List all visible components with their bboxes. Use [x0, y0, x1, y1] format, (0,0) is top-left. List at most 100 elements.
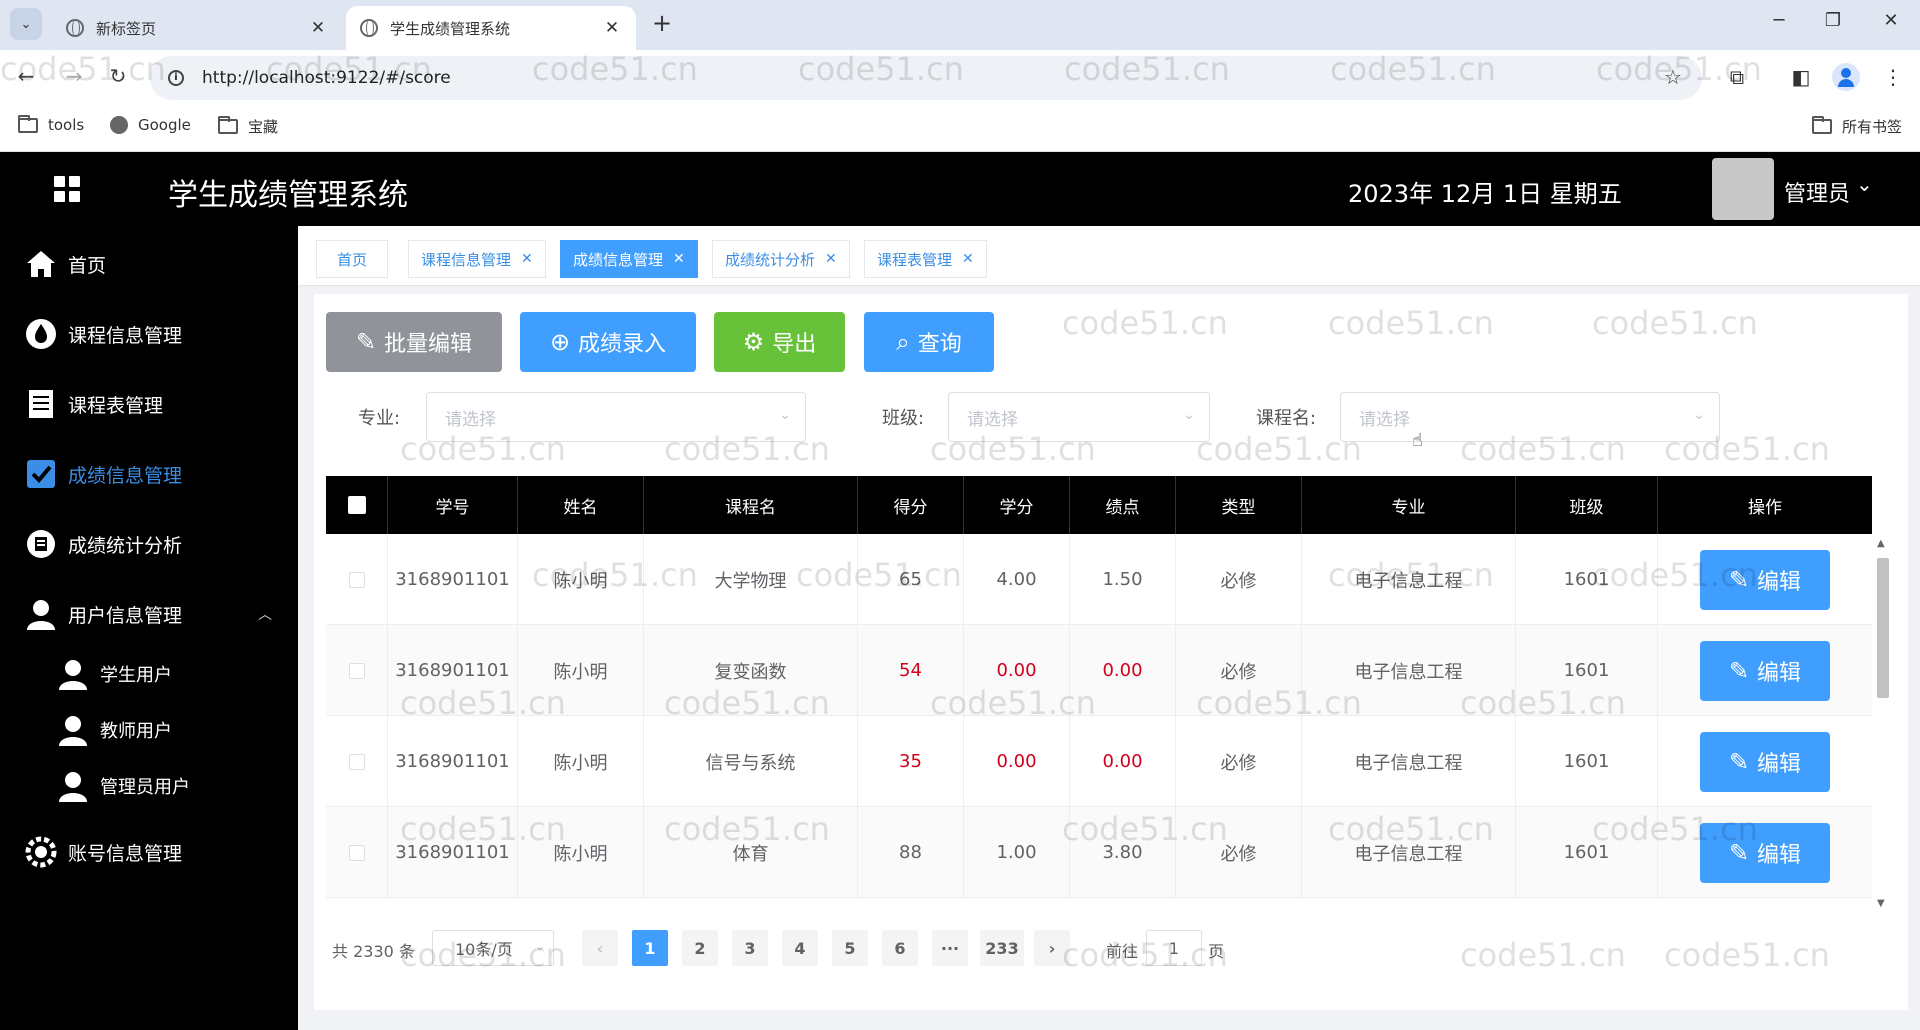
- tag-timetable[interactable]: 课程表管理 ✕: [864, 240, 987, 278]
- score-entry-button[interactable]: ⊕ 成绩录入: [520, 312, 696, 372]
- prev-page-button[interactable]: ‹: [582, 930, 618, 966]
- more-pages-button[interactable]: ···: [932, 930, 968, 966]
- goto-page-input[interactable]: 1: [1146, 930, 1202, 966]
- all-bookmarks[interactable]: 所有书签: [1812, 116, 1902, 137]
- page-button[interactable]: 233: [980, 930, 1024, 966]
- page-button[interactable]: 2: [682, 930, 718, 966]
- page-button[interactable]: 3: [732, 930, 768, 966]
- page-button[interactable]: 6: [882, 930, 918, 966]
- tab-search-button[interactable]: ⌄: [10, 8, 42, 40]
- page-button[interactable]: 4: [782, 930, 818, 966]
- grid-menu-icon[interactable]: [54, 176, 80, 202]
- column-header: 专业: [1302, 476, 1516, 534]
- bookmark-tools[interactable]: tools: [18, 114, 85, 134]
- select-all-checkbox[interactable]: [347, 496, 366, 514]
- sidebar-item-course-info[interactable]: 课程信息管理: [0, 306, 298, 362]
- bookmark-google[interactable]: Google: [110, 116, 191, 134]
- minimize-icon[interactable]: ─: [1764, 10, 1794, 31]
- close-icon[interactable]: ✕: [825, 251, 837, 267]
- scroll-up-icon[interactable]: ▲: [1877, 538, 1885, 549]
- close-icon[interactable]: ✕: [521, 251, 533, 267]
- sidebar-item-timetable[interactable]: 课程表管理: [0, 376, 298, 432]
- folder-icon: [218, 116, 238, 134]
- browser-tab-app[interactable]: 学生成绩管理系统 ✕: [346, 6, 636, 50]
- info-icon[interactable]: i: [168, 70, 184, 86]
- edit-button[interactable]: ✎ 编辑: [1700, 549, 1830, 610]
- course-select[interactable]: 请选择 ⌄: [1340, 392, 1720, 442]
- major-select[interactable]: 请选择 ⌄: [426, 392, 806, 442]
- url-field[interactable]: i http://localhost:9122/#/score: [150, 56, 1702, 100]
- page-size-value: 10条/页: [455, 940, 513, 959]
- query-button[interactable]: ⌕ 查询: [864, 312, 994, 372]
- sidebar-item-admin-users[interactable]: 管理员用户: [0, 758, 298, 814]
- page-size-select[interactable]: 10条/页 ⌄: [432, 930, 554, 966]
- tag-label: 首页: [337, 250, 368, 269]
- user-icon: [56, 713, 90, 747]
- checkbox-icon: [24, 457, 58, 491]
- batch-edit-button[interactable]: ✎ 批量编辑: [326, 312, 502, 372]
- close-icon[interactable]: ✕: [962, 251, 974, 267]
- edit-button[interactable]: ✎ 编辑: [1700, 822, 1830, 883]
- sidebar-item-account-info[interactable]: 账号信息管理: [0, 824, 298, 880]
- sidepanel-icon[interactable]: ◧: [1788, 65, 1814, 89]
- back-arrow-icon[interactable]: ←: [12, 64, 40, 88]
- tag-home[interactable]: 首页: [316, 240, 389, 278]
- new-tab-button[interactable]: +: [648, 10, 676, 38]
- sidebar-item-score-stats[interactable]: 成绩统计分析: [0, 516, 298, 572]
- tag-course-info[interactable]: 课程信息管理 ✕: [408, 240, 546, 278]
- row-checkbox[interactable]: [348, 753, 365, 770]
- page-button[interactable]: 5: [832, 930, 868, 966]
- avatar[interactable]: [1712, 158, 1774, 220]
- sidebar-item-teacher-users[interactable]: 教师用户: [0, 702, 298, 758]
- close-icon[interactable]: ✕: [673, 251, 685, 267]
- table-header: 学号 姓名 课程名 得分 学分 绩点 类型 专业 班级 操作: [326, 476, 1872, 534]
- table-row: 3168901101 陈小明 大学物理 65 4.00 1.50 必修 电子信息…: [326, 534, 1872, 625]
- sidebar-item-home[interactable]: 首页: [0, 236, 298, 292]
- export-button[interactable]: ⚙ 导出: [714, 312, 845, 372]
- close-icon[interactable]: ✕: [308, 18, 328, 38]
- chevron-up-icon[interactable]: ︿: [258, 604, 272, 624]
- restore-icon[interactable]: ❐: [1818, 10, 1848, 31]
- class-select[interactable]: 请选择 ⌄: [948, 392, 1210, 442]
- row-checkbox[interactable]: [348, 844, 365, 861]
- sidebar-item-user-info[interactable]: 用户信息管理 ︿: [0, 586, 298, 642]
- cell-class: 1601: [1516, 534, 1658, 625]
- row-check-cell: [326, 807, 388, 898]
- select-placeholder: 请选择: [445, 409, 496, 430]
- bookmark-treasure[interactable]: 宝藏: [218, 116, 278, 137]
- star-icon[interactable]: ☆: [1660, 65, 1686, 89]
- page-button[interactable]: 1: [632, 930, 668, 966]
- profile-icon[interactable]: [1832, 63, 1860, 91]
- scroll-down-icon[interactable]: ▼: [1877, 898, 1885, 909]
- window-close-icon[interactable]: ✕: [1876, 10, 1906, 31]
- gear-icon: ⚙: [742, 328, 765, 356]
- reload-icon[interactable]: ↻: [104, 64, 132, 88]
- column-header: 得分: [858, 476, 964, 534]
- tag-label: 课程表管理: [877, 250, 953, 269]
- edit-button[interactable]: ✎ 编辑: [1700, 731, 1830, 792]
- row-checkbox[interactable]: [348, 571, 365, 588]
- cell-actions: ✎ 编辑: [1658, 716, 1872, 807]
- forward-arrow-icon[interactable]: →: [60, 64, 88, 88]
- next-page-button[interactable]: ›: [1034, 930, 1070, 966]
- more-vert-icon[interactable]: ⋮: [1880, 65, 1906, 89]
- extensions-icon[interactable]: ⧉: [1724, 65, 1750, 89]
- column-header: 类型: [1176, 476, 1302, 534]
- tag-score-stats[interactable]: 成绩统计分析 ✕: [712, 240, 850, 278]
- browser-tab-newtab[interactable]: 新标签页 ✕: [52, 6, 342, 50]
- sidebar-item-score-info[interactable]: 成绩信息管理: [0, 446, 298, 502]
- sidebar-item-label: 课程信息管理: [68, 324, 183, 347]
- chevron-down-icon[interactable]: ⌄: [1856, 172, 1873, 196]
- table-scrollbar[interactable]: ▲ ▼: [1874, 536, 1892, 912]
- scrollbar-thumb[interactable]: [1877, 558, 1889, 698]
- close-icon[interactable]: ✕: [602, 18, 622, 38]
- cell-id: 3168901101: [388, 807, 518, 898]
- bookmark-label: tools: [48, 116, 85, 134]
- edit-button[interactable]: ✎ 编辑: [1700, 640, 1830, 701]
- sidebar-item-student-users[interactable]: 学生用户: [0, 646, 298, 702]
- cell-score: 65: [858, 534, 964, 625]
- tag-score-info[interactable]: 成绩信息管理 ✕: [560, 240, 698, 278]
- column-header: 学号: [388, 476, 518, 534]
- user-name[interactable]: 管理员: [1784, 176, 1850, 208]
- row-checkbox[interactable]: [348, 662, 365, 679]
